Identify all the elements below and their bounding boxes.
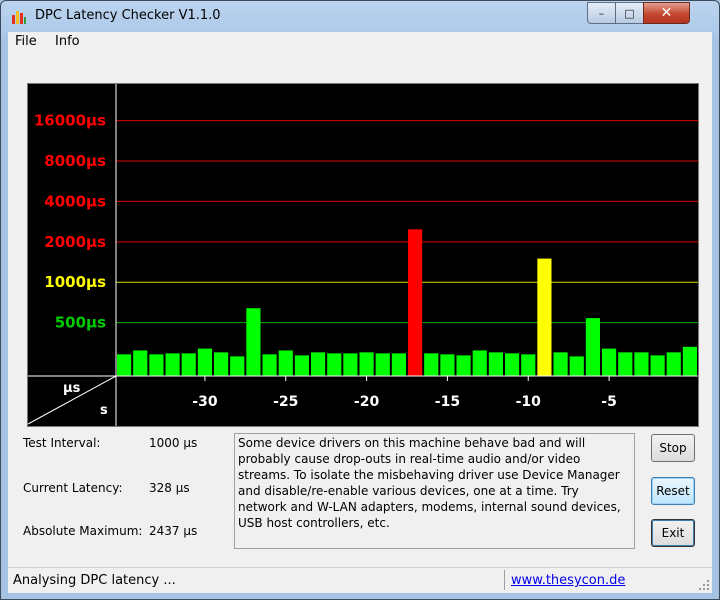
latency-bar xyxy=(488,352,503,376)
x-tick-label: -15 xyxy=(435,394,460,410)
latency-bar xyxy=(424,353,439,376)
stop-button[interactable]: Stop xyxy=(651,434,695,462)
latency-bar xyxy=(375,353,390,376)
app-icon xyxy=(12,11,26,24)
y-tick-label: 500µs xyxy=(55,314,106,332)
x-tick-label: -5 xyxy=(601,394,617,410)
app-window: DPC Latency Checker V1.1.0 – □ ✕ File In… xyxy=(0,0,720,600)
status-bar: Analysing DPC latency ... www.thesycon.d… xyxy=(8,567,712,593)
maximize-button[interactable]: □ xyxy=(615,2,644,24)
y-tick-label: 16000µs xyxy=(34,112,106,130)
latency-bar xyxy=(117,354,132,376)
menu-file[interactable]: File xyxy=(15,34,37,49)
latency-bar xyxy=(569,356,584,376)
latency-bar xyxy=(440,354,455,376)
current-latency-value: 328 µs xyxy=(149,481,190,495)
latency-graph: 16000µs 8000µs 4000µs 2000µs 1000µs 500µs µs s -… xyxy=(27,83,699,427)
latency-bar xyxy=(294,355,309,376)
x-tick-label: -20 xyxy=(354,394,380,410)
latency-bar xyxy=(634,352,649,376)
x-tick-label: -25 xyxy=(273,394,298,410)
status-text: Analysing DPC latency ... xyxy=(13,573,176,588)
latency-bar xyxy=(456,355,471,376)
close-button[interactable]: ✕ xyxy=(643,2,690,24)
window-title: DPC Latency Checker V1.1.0 xyxy=(35,8,221,23)
latency-bar xyxy=(246,308,261,376)
latency-bar xyxy=(505,353,520,376)
close-icon: ✕ xyxy=(660,5,673,21)
latency-bar xyxy=(197,348,212,376)
absolute-maximum-value: 2437 µs xyxy=(149,524,198,538)
y-tick-label: 1000µs xyxy=(44,273,106,291)
menu-bar: File Info xyxy=(8,32,712,52)
latency-bar xyxy=(521,354,536,376)
absolute-maximum-label: Absolute Maximum: xyxy=(23,524,143,538)
info-message: Some device drivers on this machine beha… xyxy=(234,433,635,549)
latency-bar xyxy=(682,346,697,376)
latency-bar xyxy=(359,352,374,376)
test-interval-label: Test Interval: xyxy=(23,436,101,450)
latency-bar xyxy=(181,353,196,376)
y-tick-label: 2000µs xyxy=(44,233,106,251)
maximize-icon: □ xyxy=(624,6,635,20)
current-latency-label: Current Latency: xyxy=(23,481,123,495)
latency-bar xyxy=(278,350,293,376)
latency-bar xyxy=(327,353,342,376)
latency-bar xyxy=(666,352,681,376)
latency-bar xyxy=(602,348,617,376)
client-area: File Info 16000µs 8000µs 4000µs 2000µs 1000µ… xyxy=(8,32,712,593)
latency-chart-svg: 16000µs 8000µs 4000µs 2000µs 1000µs 500µs µs s -… xyxy=(28,84,698,426)
latency-bar xyxy=(214,352,229,376)
latency-bar xyxy=(537,258,552,376)
reset-button[interactable]: Reset xyxy=(651,477,695,505)
menu-info[interactable]: Info xyxy=(55,34,80,49)
exit-button[interactable]: Exit xyxy=(651,519,695,547)
seconds-label: s xyxy=(100,403,108,418)
latency-bar xyxy=(149,354,164,376)
latency-bar xyxy=(408,229,423,376)
latency-bar xyxy=(262,354,277,376)
latency-bar xyxy=(343,353,358,376)
minimize-button[interactable]: – xyxy=(587,2,616,24)
x-tick-label: -30 xyxy=(192,394,218,410)
x-tick-label: -10 xyxy=(516,394,542,410)
minimize-icon: – xyxy=(598,6,605,20)
website-link[interactable]: www.thesycon.de xyxy=(511,573,625,588)
title-bar[interactable]: DPC Latency Checker V1.1.0 – □ ✕ xyxy=(1,1,719,33)
latency-bar xyxy=(311,352,326,376)
latency-bar xyxy=(133,350,148,376)
unit-label: µs xyxy=(63,381,81,396)
latency-bar xyxy=(618,352,633,376)
latency-bar xyxy=(230,356,245,376)
latency-bar xyxy=(553,352,568,376)
latency-bar xyxy=(585,318,600,376)
latency-bar xyxy=(472,350,487,376)
status-separator xyxy=(504,570,505,590)
latency-bar xyxy=(391,353,406,376)
latency-bar xyxy=(165,353,180,376)
test-interval-value: 1000 µs xyxy=(149,436,198,450)
y-tick-label: 4000µs xyxy=(44,192,106,210)
resize-grip-icon[interactable] xyxy=(698,579,710,591)
y-tick-label: 8000µs xyxy=(44,152,106,170)
latency-bar xyxy=(650,355,665,376)
